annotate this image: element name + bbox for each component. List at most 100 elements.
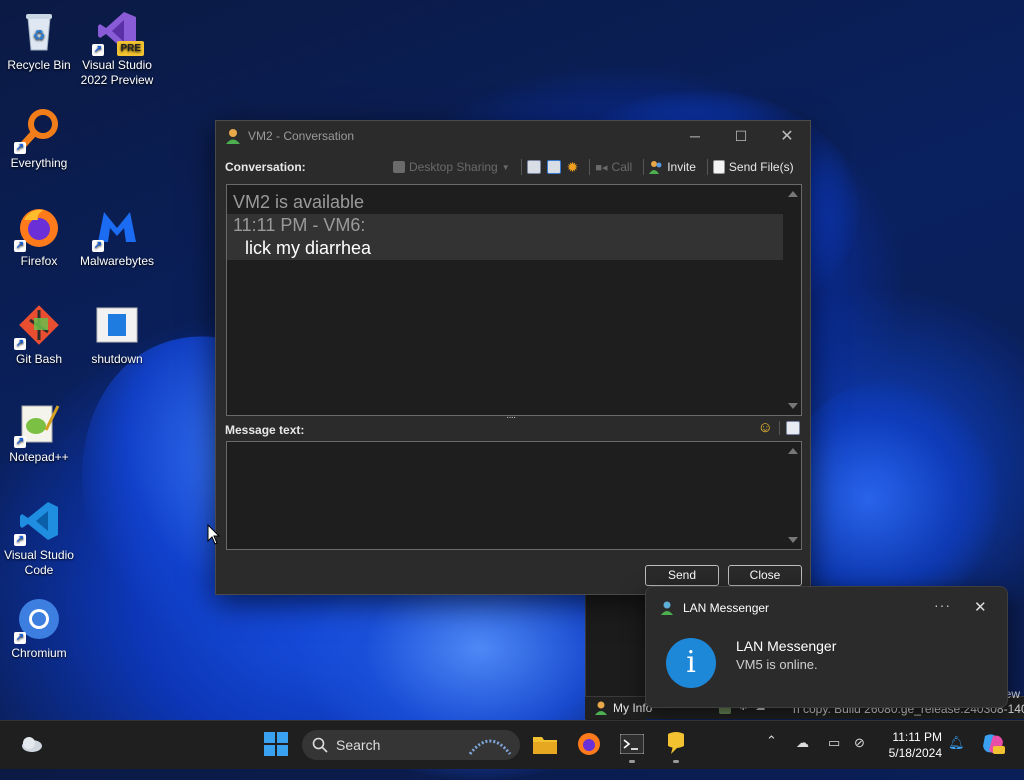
close-icon[interactable]: ✕: [974, 598, 987, 616]
message-tools: ☺: [758, 419, 800, 436]
send-files-label: Send File(s): [728, 160, 794, 174]
send-button[interactable]: Send: [645, 565, 719, 586]
message-scrollbar[interactable]: [784, 442, 801, 549]
notification-bell-icon[interactable]: 🔔︎: [948, 735, 965, 751]
close-button[interactable]: Close: [728, 565, 802, 586]
scroll-down-icon[interactable]: [788, 403, 798, 409]
search-highlight-icon: [468, 739, 512, 755]
maximize-button[interactable]: ☐: [718, 121, 764, 151]
shortcut-arrow-icon: ↗: [14, 534, 26, 546]
desktop-icon-chromium[interactable]: ↗ Chromium: [0, 596, 78, 661]
scroll-up-icon[interactable]: [788, 191, 798, 197]
desktop-icon-recycle-bin[interactable]: ♻ Recycle Bin: [0, 8, 78, 73]
shortcut-arrow-icon: ↗: [92, 44, 104, 56]
close-window-button[interactable]: ✕: [764, 121, 810, 151]
firefox-icon: ↗: [14, 204, 62, 252]
copilot-icon[interactable]: [980, 731, 1006, 757]
scroll-up-icon[interactable]: [788, 448, 798, 454]
lan-messenger-taskbar-icon[interactable]: [663, 731, 689, 763]
info-icon: i: [666, 638, 716, 688]
display-icon[interactable]: ▭: [828, 735, 840, 751]
network-icon[interactable]: ⊘: [854, 735, 865, 751]
toolbar-divider: [779, 420, 780, 435]
font-format-icon[interactable]: [786, 420, 800, 435]
desktop-icon-malwarebytes[interactable]: ↗ Malwarebytes: [78, 204, 156, 269]
minimize-button[interactable]: ─: [672, 121, 718, 151]
notification-title: LAN Messenger: [736, 638, 837, 654]
taskbar: Search ⌃ ☁ ▭ ⊘ 11:11 PM 5/18/2024 🔔︎: [0, 720, 1024, 769]
notification-app-header: LAN Messenger: [661, 601, 769, 615]
video-camera-icon: ■◂: [595, 161, 608, 174]
message-text-label: Message text:: [225, 423, 305, 437]
desktop-sharing-icon: [393, 161, 405, 173]
everything-search-icon: ↗: [14, 106, 62, 154]
git-bash-icon: ↗: [14, 302, 62, 350]
taskbar-clock[interactable]: 11:11 PM 5/18/2024: [880, 729, 942, 761]
my-info-button[interactable]: My Info: [595, 701, 652, 715]
conversation-log[interactable]: VM2 is available 11:11 PM - VM6: lick my…: [226, 184, 802, 416]
notification-toast[interactable]: LAN Messenger ··· ✕ i LAN Messenger VM5 …: [645, 586, 1008, 708]
send-files-button[interactable]: Send File(s): [712, 160, 794, 174]
more-options-icon[interactable]: ···: [934, 597, 951, 613]
invite-button[interactable]: Invite: [649, 160, 696, 174]
toolbar-divider: [520, 159, 522, 175]
window-title: VM2 - Conversation: [248, 129, 355, 143]
chromium-icon: ↗: [14, 596, 62, 644]
start-button[interactable]: [263, 731, 289, 757]
desktop-sharing-label: Desktop Sharing: [409, 160, 498, 174]
desktop-icon-firefox[interactable]: ↗ Firefox: [0, 204, 78, 269]
desktop-icon-vscode[interactable]: ↗ Visual Studio Code: [0, 498, 78, 578]
shortcut-arrow-icon: ↗: [14, 338, 26, 350]
search-icon: [312, 737, 328, 753]
toolbar-divider: [589, 159, 591, 175]
notification-app-name: LAN Messenger: [683, 601, 770, 615]
vscode-icon: ↗: [14, 498, 62, 546]
terminal-icon[interactable]: [619, 731, 645, 763]
settings-button[interactable]: ✹: [567, 159, 579, 176]
windows-logo-icon: [264, 732, 288, 756]
onedrive-offline-icon[interactable]: ☁: [796, 735, 809, 751]
preview-badge: PRE: [117, 41, 144, 56]
firefox-taskbar-icon[interactable]: [576, 731, 602, 757]
running-indicator: [673, 760, 679, 763]
weather-icon[interactable]: [19, 731, 45, 757]
chevron-up-icon[interactable]: ⌃: [766, 733, 777, 749]
taskbar-search[interactable]: Search: [302, 730, 520, 760]
desktop-icon-notepad-plus-plus[interactable]: ↗ Notepad++: [0, 400, 78, 465]
file-explorer-icon[interactable]: [532, 731, 558, 757]
mouse-cursor-icon: [207, 524, 221, 545]
history-button[interactable]: [526, 160, 541, 174]
search-placeholder: Search: [336, 737, 381, 753]
clock-date: 5/18/2024: [888, 746, 942, 760]
message-input[interactable]: [226, 441, 802, 550]
desktop-sharing-button[interactable]: Desktop Sharing ▼: [393, 160, 510, 174]
recycle-bin-icon: ♻: [16, 8, 62, 54]
emoticon-icon[interactable]: ☺: [758, 419, 773, 436]
visual-studio-icon: PRE ↗: [92, 8, 144, 56]
call-button[interactable]: ■◂ Call: [595, 160, 632, 174]
user-icon: [595, 701, 607, 715]
desktop-icon-everything[interactable]: ↗ Everything: [0, 106, 78, 171]
clock-time: 11:11 PM: [892, 730, 942, 744]
conversation-window: VM2 - Conversation ─ ☐ ✕ Conversation: D…: [215, 120, 811, 595]
shortcut-arrow-icon: ↗: [14, 436, 26, 448]
wallpaper-bloom: [780, 380, 1000, 620]
save-conversation-button[interactable]: [546, 160, 561, 174]
user-icon: [226, 129, 240, 144]
status-message: VM2 is available: [233, 192, 365, 212]
message-body: lick my diarrhea: [227, 237, 783, 260]
conversation-titlebar[interactable]: VM2 - Conversation ─ ☐ ✕: [216, 121, 810, 151]
conversation-scrollbar[interactable]: [784, 185, 801, 415]
history-icon: [526, 160, 541, 174]
desktop-icon-shutdown[interactable]: shutdown: [78, 302, 156, 367]
desktop-icon-visual-studio[interactable]: PRE ↗ Visual Studio 2022 Preview: [78, 8, 156, 88]
desktop-icon-git-bash[interactable]: ↗ Git Bash: [0, 302, 78, 367]
shortcut-arrow-icon: ↗: [14, 142, 26, 154]
call-label: Call: [611, 160, 633, 174]
scroll-down-icon[interactable]: [788, 537, 798, 543]
shutdown-file-icon: [94, 302, 140, 348]
notepad-plus-plus-icon: ↗: [14, 400, 62, 448]
splitter-handle[interactable]: ····: [506, 413, 520, 423]
svg-text:♻: ♻: [33, 28, 46, 44]
invite-label: Invite: [667, 160, 696, 174]
